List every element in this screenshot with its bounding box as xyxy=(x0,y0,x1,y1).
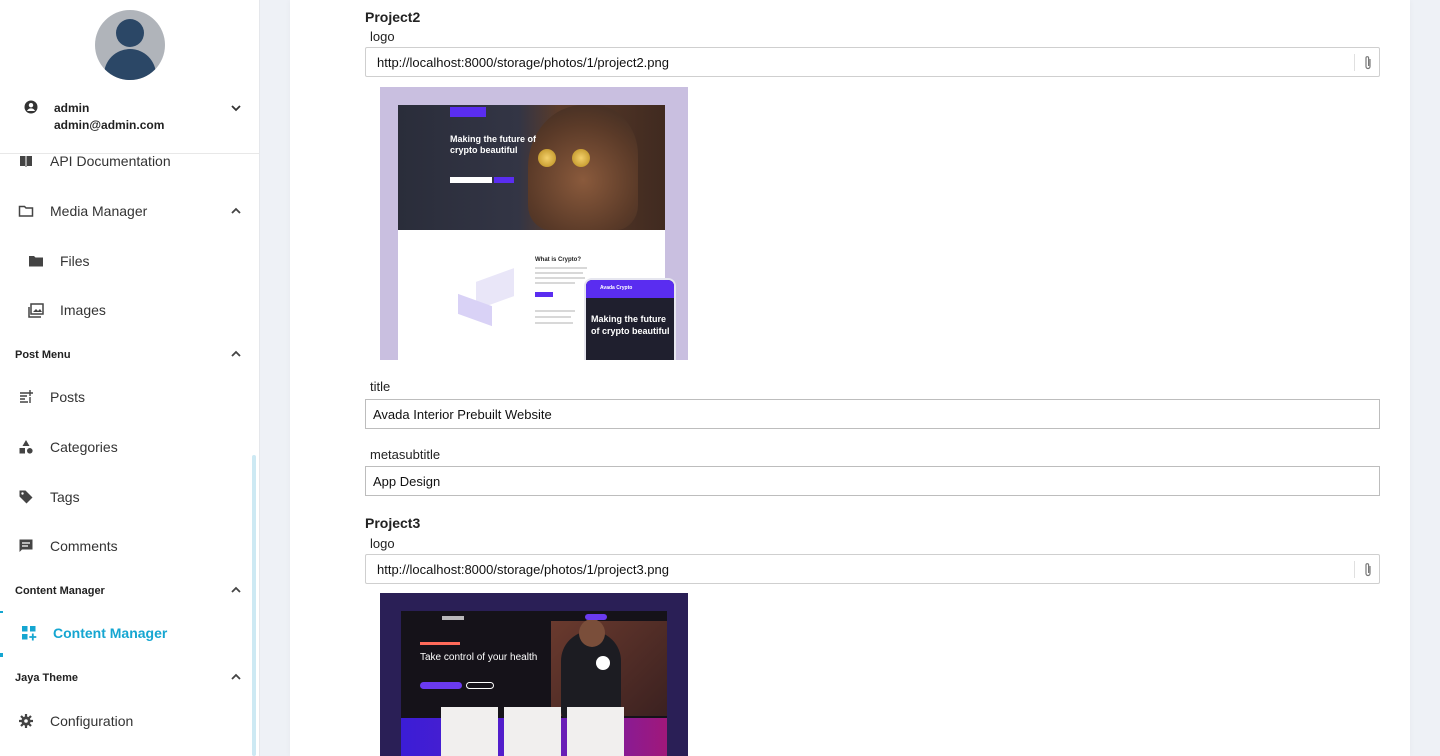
paperclip-icon[interactable] xyxy=(1361,562,1375,578)
preview-person-head xyxy=(579,619,605,647)
play-icon xyxy=(596,656,610,670)
project3-logo-label: logo xyxy=(370,536,395,551)
chevron-up-icon[interactable] xyxy=(230,584,242,596)
sidebar-item-label: Media Manager xyxy=(50,203,148,219)
account-circle-icon xyxy=(24,100,38,114)
sidebar-item-label: Content Manager xyxy=(53,625,168,641)
project2-heading: Project2 xyxy=(365,9,421,25)
project2-logo-url: http://localhost:8000/storage/photos/1/p… xyxy=(377,55,669,70)
category-icon xyxy=(19,440,33,454)
preview-screen: Take control of your health xyxy=(401,611,667,756)
sidebar-item-tags[interactable]: Tags xyxy=(0,477,257,517)
chevron-down-icon[interactable] xyxy=(230,102,242,114)
project2-title-input[interactable] xyxy=(365,399,1380,429)
tag-icon xyxy=(19,490,33,504)
text-line xyxy=(535,272,583,274)
preview-kicker xyxy=(420,642,460,645)
section-jaya-theme[interactable]: Jaya Theme xyxy=(15,672,78,684)
sidebar-item-images[interactable]: Images xyxy=(0,290,257,330)
project2-logo-preview: Making the future of crypto beautiful Wh… xyxy=(380,87,688,360)
project3-logo-preview: Take control of your health xyxy=(380,593,688,756)
preview-section-title: What is Crypto? xyxy=(535,257,581,263)
images-icon xyxy=(28,303,44,318)
preview-logo xyxy=(450,107,486,117)
text-line xyxy=(535,282,575,284)
preview-headline: Take control of your health xyxy=(420,652,538,663)
section-content-manager[interactable]: Content Manager xyxy=(15,585,105,597)
preview-card xyxy=(567,707,624,756)
text-line xyxy=(535,310,575,312)
chevron-up-icon[interactable] xyxy=(230,205,242,217)
sidebar-item-label: Tags xyxy=(50,489,80,505)
user-name: admin xyxy=(54,101,90,115)
sidebar-item-label: Configuration xyxy=(50,713,134,729)
text-line xyxy=(535,267,587,269)
sidebar-item-posts[interactable]: Posts xyxy=(0,377,257,417)
coin-image xyxy=(572,149,590,167)
project2-logo-field[interactable]: http://localhost:8000/storage/photos/1/p… xyxy=(365,47,1380,77)
section-post-menu[interactable]: Post Menu xyxy=(15,349,71,361)
sidebar-item-label: Images xyxy=(60,302,106,318)
avatar-body xyxy=(104,49,156,80)
paperclip-icon[interactable] xyxy=(1361,55,1375,71)
dashboard-add-icon xyxy=(22,626,37,641)
chevron-up-icon[interactable] xyxy=(230,671,242,683)
avatar[interactable] xyxy=(95,10,165,80)
sidebar-item-label: Posts xyxy=(50,389,86,405)
text-line xyxy=(535,277,585,279)
project2-metasubtitle-input[interactable] xyxy=(365,466,1380,496)
sidebar-item-configuration[interactable]: Configuration xyxy=(0,701,257,741)
post-add-icon xyxy=(20,390,33,403)
preview-nav xyxy=(442,616,464,620)
book-icon xyxy=(20,156,32,167)
project2-metasubtitle-label: metasubtitle xyxy=(370,447,441,462)
comment-icon xyxy=(19,539,33,552)
folder-filled-icon xyxy=(29,256,43,267)
sidebar-item-label: API Documentation xyxy=(50,153,171,169)
preview-phone-brand: Avada Crypto xyxy=(600,285,633,291)
preview-hero: Making the future of crypto beautiful xyxy=(398,105,665,230)
sidebar: admin admin@admin.com API Documentation … xyxy=(0,0,260,756)
text-line xyxy=(535,322,573,324)
gear-icon xyxy=(19,714,33,728)
sidebar-scrollbar[interactable] xyxy=(252,455,256,756)
project2-title-label: title xyxy=(370,379,391,394)
sidebar-item-comments[interactable]: Comments xyxy=(0,526,257,566)
preview-button xyxy=(420,682,462,689)
preview-button xyxy=(535,292,553,297)
text-line xyxy=(535,316,571,318)
preview-phone-text: Making the future of crypto beautiful xyxy=(591,314,670,336)
sidebar-item-label: Files xyxy=(60,253,90,269)
user-email: admin@admin.com xyxy=(54,118,165,132)
preview-phone: Avada Crypto Making the future of crypto… xyxy=(584,278,676,360)
preview-person xyxy=(528,105,638,230)
project3-logo-url: http://localhost:8000/storage/photos/1/p… xyxy=(377,562,669,577)
divider xyxy=(1354,561,1355,578)
preview-button xyxy=(494,177,514,183)
avatar-head xyxy=(116,19,144,47)
project3-logo-field[interactable]: http://localhost:8000/storage/photos/1/p… xyxy=(365,554,1380,584)
preview-card xyxy=(441,707,498,756)
preview-input xyxy=(450,177,492,183)
sidebar-item-api-documentation[interactable]: API Documentation xyxy=(0,141,257,181)
folder-icon xyxy=(18,205,34,217)
preview-phone-bar: Avada Crypto xyxy=(586,280,674,298)
preview-button-outline xyxy=(466,682,494,689)
project2-logo-label: logo xyxy=(370,29,395,44)
sidebar-item-categories[interactable]: Categories xyxy=(0,427,257,467)
divider xyxy=(1354,54,1355,71)
preview-card xyxy=(504,707,561,756)
preview-hero-text: Making the future of crypto beautiful xyxy=(450,134,536,155)
preview-nav-button xyxy=(585,614,607,620)
sidebar-item-files[interactable]: Files xyxy=(0,241,257,281)
chevron-up-icon[interactable] xyxy=(230,348,242,360)
project3-heading: Project3 xyxy=(365,515,421,531)
sidebar-item-label: Comments xyxy=(50,538,118,554)
coin-image xyxy=(538,149,556,167)
sidebar-item-label: Categories xyxy=(50,439,118,455)
sidebar-item-media-manager[interactable]: Media Manager xyxy=(0,191,257,231)
sidebar-item-content-manager[interactable]: Content Manager xyxy=(0,613,257,653)
